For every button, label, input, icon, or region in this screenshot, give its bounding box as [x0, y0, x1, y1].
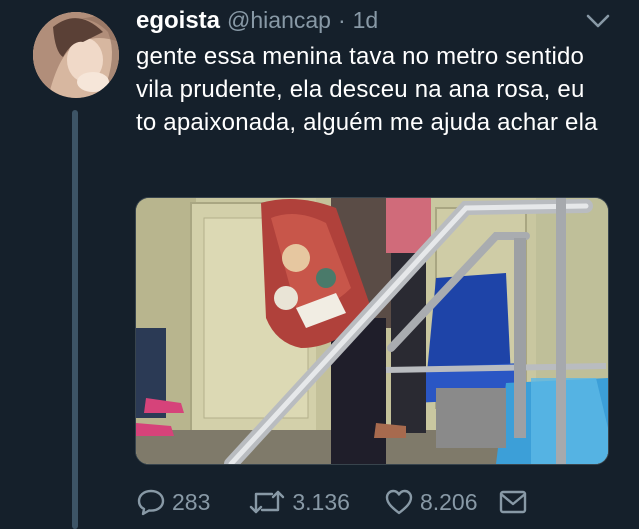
heart-icon: [385, 489, 413, 515]
retweet-count: 3.136: [292, 488, 350, 515]
avatar-image: [33, 12, 119, 98]
timestamp[interactable]: 1d: [353, 7, 379, 34]
avatar[interactable]: [33, 12, 119, 98]
tweet-header: egoista @hiancap · 1d: [136, 7, 378, 37]
reply-count: 283: [172, 488, 211, 515]
subway-photo: [136, 198, 608, 464]
mail-icon: [499, 490, 526, 514]
thread-line: [72, 110, 78, 529]
tweet[interactable]: egoista @hiancap · 1d gente essa menina …: [0, 0, 639, 529]
retweet-button[interactable]: 3.136: [248, 488, 350, 516]
tweet-photo[interactable]: [135, 197, 609, 465]
tweet-text: gente essa menina tava no metro sentido …: [136, 43, 598, 136]
tweet-actions: 283 3.136 8.206: [136, 484, 572, 520]
retweet-icon: [250, 490, 285, 514]
author-name[interactable]: egoista: [136, 7, 220, 35]
share-button[interactable]: [498, 489, 528, 515]
chevron-down-icon[interactable]: [585, 12, 611, 30]
like-button[interactable]: 8.206: [384, 488, 478, 516]
author-handle[interactable]: @hiancap: [227, 7, 331, 34]
separator-dot: ·: [337, 7, 346, 33]
like-count: 8.206: [419, 488, 478, 515]
reply-icon: [137, 489, 165, 516]
reply-button[interactable]: 283: [136, 488, 210, 516]
